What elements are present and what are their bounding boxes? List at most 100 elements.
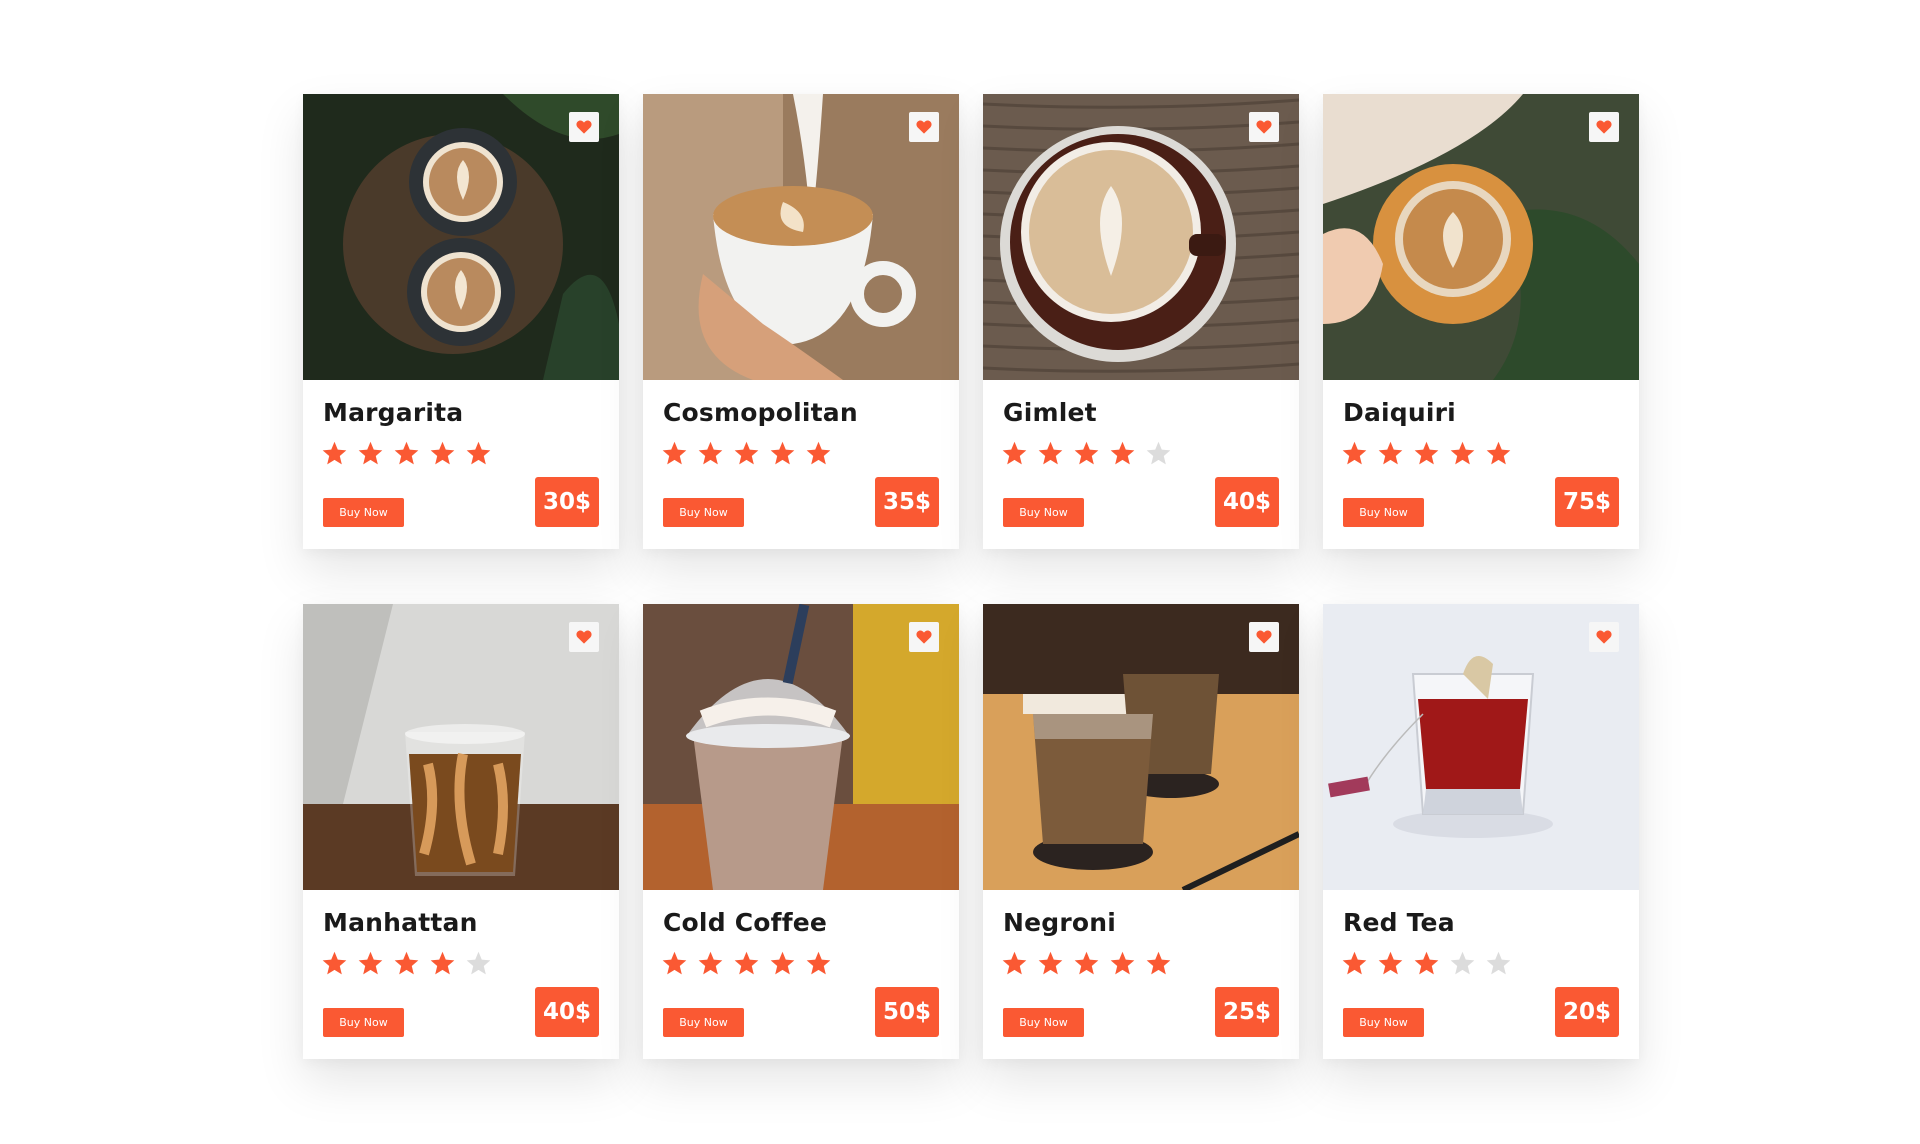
product-name: Margarita [323, 398, 464, 427]
product-name: Daiquiri [1343, 398, 1456, 427]
heart-icon [1596, 630, 1612, 644]
price-badge: 75$ [1555, 477, 1619, 527]
heart-icon [1596, 120, 1612, 134]
star-filled-icon [1378, 951, 1403, 975]
star-filled-icon [430, 441, 455, 465]
product-info: Manhattan Buy Now 40$ [303, 890, 619, 1059]
product-info: Red Tea Buy Now 20$ [1323, 890, 1639, 1059]
star-filled-icon [662, 951, 687, 975]
product-info: Gimlet Buy Now 40$ [983, 380, 1299, 549]
product-info: Negroni Buy Now 25$ [983, 890, 1299, 1059]
price-badge: 40$ [1215, 477, 1279, 527]
buy-now-button[interactable]: Buy Now [663, 498, 744, 527]
product-info: Cosmopolitan Buy Now 35$ [643, 380, 959, 549]
rating-stars [321, 950, 492, 977]
heart-icon [916, 120, 932, 134]
star-filled-icon [1110, 951, 1135, 975]
star-filled-icon [358, 951, 383, 975]
rating-stars [1001, 950, 1172, 977]
product-name: Cold Coffee [663, 908, 828, 937]
favorite-button[interactable] [1249, 622, 1279, 652]
product-card: Negroni Buy Now 25$ [983, 604, 1299, 1059]
product-name: Gimlet [1003, 398, 1097, 427]
rating-stars [1341, 950, 1512, 977]
heart-icon [576, 120, 592, 134]
favorite-button[interactable] [569, 112, 599, 142]
heart-icon [576, 630, 592, 644]
heart-icon [916, 630, 932, 644]
buy-now-button[interactable]: Buy Now [663, 1008, 744, 1037]
favorite-button[interactable] [569, 622, 599, 652]
product-card: Daiquiri Buy Now 75$ [1323, 94, 1639, 549]
star-filled-icon [806, 441, 831, 465]
star-filled-icon [1450, 441, 1475, 465]
buy-now-button[interactable]: Buy Now [323, 1008, 404, 1037]
star-filled-icon [322, 951, 347, 975]
heart-icon [1256, 120, 1272, 134]
star-filled-icon [1074, 951, 1099, 975]
star-filled-icon [1074, 441, 1099, 465]
price-badge: 50$ [875, 987, 939, 1037]
star-filled-icon [770, 951, 795, 975]
product-card: Cold Coffee Buy Now 50$ [643, 604, 959, 1059]
favorite-button[interactable] [909, 112, 939, 142]
product-image [643, 604, 959, 890]
star-filled-icon [1038, 441, 1063, 465]
rating-stars [321, 440, 492, 467]
star-filled-icon [358, 441, 383, 465]
product-grid: Margarita Buy Now 30$ Cosmopolitan Buy Now 35… [303, 94, 1641, 1059]
rating-stars [1001, 440, 1172, 467]
star-filled-icon [1038, 951, 1063, 975]
rating-stars [661, 950, 832, 977]
product-name: Manhattan [323, 908, 478, 937]
star-filled-icon [1414, 441, 1439, 465]
favorite-button[interactable] [909, 622, 939, 652]
product-image [303, 604, 619, 890]
favorite-button[interactable] [1589, 622, 1619, 652]
buy-now-button[interactable]: Buy Now [1343, 1008, 1424, 1037]
star-filled-icon [698, 951, 723, 975]
product-card: Margarita Buy Now 30$ [303, 94, 619, 549]
star-filled-icon [1486, 441, 1511, 465]
star-empty-icon [1146, 441, 1171, 465]
star-filled-icon [698, 441, 723, 465]
buy-now-button[interactable]: Buy Now [1343, 498, 1424, 527]
price-badge: 35$ [875, 477, 939, 527]
product-image [1323, 604, 1639, 890]
favorite-button[interactable] [1249, 112, 1279, 142]
heart-icon [1256, 630, 1272, 644]
star-filled-icon [1110, 441, 1135, 465]
price-badge: 30$ [535, 477, 599, 527]
product-card: Gimlet Buy Now 40$ [983, 94, 1299, 549]
star-filled-icon [1146, 951, 1171, 975]
buy-now-button[interactable]: Buy Now [1003, 1008, 1084, 1037]
star-filled-icon [770, 441, 795, 465]
star-filled-icon [394, 441, 419, 465]
rating-stars [1341, 440, 1512, 467]
buy-now-button[interactable]: Buy Now [1003, 498, 1084, 527]
star-filled-icon [1002, 951, 1027, 975]
product-card: Red Tea Buy Now 20$ [1323, 604, 1639, 1059]
product-info: Margarita Buy Now 30$ [303, 380, 619, 549]
price-badge: 40$ [535, 987, 599, 1037]
product-name: Red Tea [1343, 908, 1455, 937]
star-filled-icon [1342, 951, 1367, 975]
favorite-button[interactable] [1589, 112, 1619, 142]
star-empty-icon [1450, 951, 1475, 975]
star-filled-icon [1414, 951, 1439, 975]
star-filled-icon [734, 951, 759, 975]
price-badge: 25$ [1215, 987, 1279, 1037]
star-filled-icon [466, 441, 491, 465]
product-image [643, 94, 959, 380]
product-image [303, 94, 619, 380]
star-empty-icon [466, 951, 491, 975]
star-filled-icon [1342, 441, 1367, 465]
star-filled-icon [734, 441, 759, 465]
star-filled-icon [430, 951, 455, 975]
product-info: Cold Coffee Buy Now 50$ [643, 890, 959, 1059]
star-filled-icon [394, 951, 419, 975]
price-badge: 20$ [1555, 987, 1619, 1037]
star-empty-icon [1486, 951, 1511, 975]
buy-now-button[interactable]: Buy Now [323, 498, 404, 527]
star-filled-icon [806, 951, 831, 975]
